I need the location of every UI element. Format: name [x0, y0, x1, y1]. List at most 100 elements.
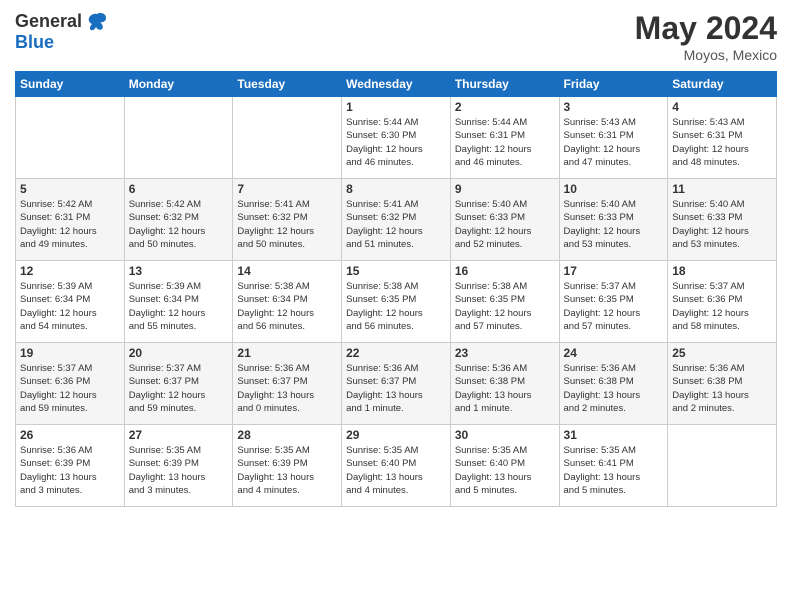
table-row	[668, 425, 777, 507]
logo-blue-text: Blue	[15, 32, 54, 52]
calendar-week-1: 1Sunrise: 5:44 AM Sunset: 6:30 PM Daylig…	[16, 97, 777, 179]
day-info: Sunrise: 5:35 AM Sunset: 6:39 PM Dayligh…	[129, 444, 229, 497]
day-number: 30	[455, 428, 555, 442]
day-number: 28	[237, 428, 337, 442]
th-sunday: Sunday	[16, 72, 125, 97]
logo-general-text: General	[15, 11, 82, 32]
table-row: 2Sunrise: 5:44 AM Sunset: 6:31 PM Daylig…	[450, 97, 559, 179]
day-number: 11	[672, 182, 772, 196]
table-row: 14 Sunrise: 5:38 AM Sunset: 6:34 PM Dayli…	[233, 261, 342, 343]
table-row: 12Sunrise: 5:39 AM Sunset: 6:34 PM Dayli…	[16, 261, 125, 343]
day-info: Sunrise: 5:37 AM Sunset: 6:36 PM Dayligh…	[20, 362, 120, 415]
table-row: 5 Sunrise: 5:42 AM Sunset: 6:31 PM Daylig…	[16, 179, 125, 261]
day-info: Sunrise: 5:42 AM Sunset: 6:31 PM Dayligh…	[20, 198, 120, 251]
calendar-table: Sunday Monday Tuesday Wednesday Thursday…	[15, 71, 777, 507]
day-info: Sunrise: 5:43 AM Sunset: 6:31 PM Dayligh…	[564, 116, 664, 169]
day-number: 25	[672, 346, 772, 360]
day-info: Sunrise: 5:35 AM Sunset: 6:39 PM Dayligh…	[237, 444, 337, 497]
logo-bird-icon	[86, 10, 108, 32]
calendar-week-2: 5 Sunrise: 5:42 AM Sunset: 6:31 PM Daylig…	[16, 179, 777, 261]
day-info: Sunrise: 5:38 AM Sunset: 6:35 PM Dayligh…	[346, 280, 446, 333]
day-info: Sunrise: 5:42 AM Sunset: 6:32 PM Dayligh…	[129, 198, 229, 251]
day-number: 20	[129, 346, 229, 360]
day-info: Sunrise: 5:36 AM Sunset: 6:37 PM Dayligh…	[346, 362, 446, 415]
table-row	[124, 97, 233, 179]
table-row: 6 Sunrise: 5:42 AM Sunset: 6:32 PM Daylig…	[124, 179, 233, 261]
day-info: Sunrise: 5:36 AM Sunset: 6:38 PM Dayligh…	[564, 362, 664, 415]
header: General Blue May 2024 Moyos, Mexico	[15, 10, 777, 63]
day-number: 1	[346, 100, 446, 114]
table-row: 3 Sunrise: 5:43 AM Sunset: 6:31 PM Daylig…	[559, 97, 668, 179]
calendar-page: General Blue May 2024 Moyos, Mexico Sund…	[0, 0, 792, 612]
day-info: Sunrise: 5:36 AM Sunset: 6:38 PM Dayligh…	[455, 362, 555, 415]
day-info: Sunrise: 5:43 AM Sunset: 6:31 PM Dayligh…	[672, 116, 772, 169]
table-row: 30 Sunrise: 5:35 AM Sunset: 6:40 PM Dayli…	[450, 425, 559, 507]
day-number: 31	[564, 428, 664, 442]
table-row: 31 Sunrise: 5:35 AM Sunset: 6:41 PM Dayli…	[559, 425, 668, 507]
th-thursday: Thursday	[450, 72, 559, 97]
table-row: 23 Sunrise: 5:36 AM Sunset: 6:38 PM Dayli…	[450, 343, 559, 425]
day-number: 15	[346, 264, 446, 278]
table-row: 13Sunrise: 5:39 AM Sunset: 6:34 PM Dayli…	[124, 261, 233, 343]
table-row: 10Sunrise: 5:40 AM Sunset: 6:33 PM Dayli…	[559, 179, 668, 261]
table-row: 25 Sunrise: 5:36 AM Sunset: 6:38 PM Dayli…	[668, 343, 777, 425]
day-number: 22	[346, 346, 446, 360]
table-row: 19Sunrise: 5:37 AM Sunset: 6:36 PM Dayli…	[16, 343, 125, 425]
day-info: Sunrise: 5:39 AM Sunset: 6:34 PM Dayligh…	[20, 280, 120, 333]
day-info: Sunrise: 5:38 AM Sunset: 6:34 PM Dayligh…	[237, 280, 337, 333]
day-number: 14	[237, 264, 337, 278]
day-number: 5	[20, 182, 120, 196]
day-info: Sunrise: 5:36 AM Sunset: 6:37 PM Dayligh…	[237, 362, 337, 415]
table-row: 29 Sunrise: 5:35 AM Sunset: 6:40 PM Dayli…	[342, 425, 451, 507]
calendar-week-3: 12Sunrise: 5:39 AM Sunset: 6:34 PM Dayli…	[16, 261, 777, 343]
table-row: 18Sunrise: 5:37 AM Sunset: 6:36 PM Dayli…	[668, 261, 777, 343]
day-info: Sunrise: 5:41 AM Sunset: 6:32 PM Dayligh…	[237, 198, 337, 251]
day-number: 3	[564, 100, 664, 114]
th-saturday: Saturday	[668, 72, 777, 97]
day-number: 7	[237, 182, 337, 196]
day-info: Sunrise: 5:35 AM Sunset: 6:40 PM Dayligh…	[455, 444, 555, 497]
table-row: 16 Sunrise: 5:38 AM Sunset: 6:35 PM Dayli…	[450, 261, 559, 343]
day-number: 16	[455, 264, 555, 278]
table-row: 20 Sunrise: 5:37 AM Sunset: 6:37 PM Dayli…	[124, 343, 233, 425]
table-row: 24 Sunrise: 5:36 AM Sunset: 6:38 PM Dayli…	[559, 343, 668, 425]
day-number: 29	[346, 428, 446, 442]
th-wednesday: Wednesday	[342, 72, 451, 97]
table-row: 27 Sunrise: 5:35 AM Sunset: 6:39 PM Dayli…	[124, 425, 233, 507]
day-info: Sunrise: 5:35 AM Sunset: 6:41 PM Dayligh…	[564, 444, 664, 497]
day-number: 9	[455, 182, 555, 196]
day-info: Sunrise: 5:37 AM Sunset: 6:35 PM Dayligh…	[564, 280, 664, 333]
day-number: 18	[672, 264, 772, 278]
table-row: 21 Sunrise: 5:36 AM Sunset: 6:37 PM Dayli…	[233, 343, 342, 425]
day-number: 17	[564, 264, 664, 278]
day-info: Sunrise: 5:36 AM Sunset: 6:38 PM Dayligh…	[672, 362, 772, 415]
month-title: May 2024	[635, 10, 777, 47]
day-number: 2	[455, 100, 555, 114]
day-info: Sunrise: 5:38 AM Sunset: 6:35 PM Dayligh…	[455, 280, 555, 333]
day-number: 27	[129, 428, 229, 442]
day-number: 21	[237, 346, 337, 360]
table-row: 28 Sunrise: 5:35 AM Sunset: 6:39 PM Dayli…	[233, 425, 342, 507]
th-friday: Friday	[559, 72, 668, 97]
location-title: Moyos, Mexico	[635, 47, 777, 63]
day-number: 24	[564, 346, 664, 360]
table-row: 4 Sunrise: 5:43 AM Sunset: 6:31 PM Daylig…	[668, 97, 777, 179]
day-info: Sunrise: 5:40 AM Sunset: 6:33 PM Dayligh…	[672, 198, 772, 251]
th-tuesday: Tuesday	[233, 72, 342, 97]
day-info: Sunrise: 5:35 AM Sunset: 6:40 PM Dayligh…	[346, 444, 446, 497]
calendar-week-5: 26Sunrise: 5:36 AM Sunset: 6:39 PM Dayli…	[16, 425, 777, 507]
day-number: 13	[129, 264, 229, 278]
day-number: 8	[346, 182, 446, 196]
day-info: Sunrise: 5:37 AM Sunset: 6:37 PM Dayligh…	[129, 362, 229, 415]
th-monday: Monday	[124, 72, 233, 97]
day-number: 6	[129, 182, 229, 196]
title-block: May 2024 Moyos, Mexico	[635, 10, 777, 63]
header-row: Sunday Monday Tuesday Wednesday Thursday…	[16, 72, 777, 97]
table-row: 11 Sunrise: 5:40 AM Sunset: 6:33 PM Dayli…	[668, 179, 777, 261]
table-row: 1Sunrise: 5:44 AM Sunset: 6:30 PM Daylig…	[342, 97, 451, 179]
table-row	[16, 97, 125, 179]
logo: General Blue	[15, 10, 108, 53]
day-number: 23	[455, 346, 555, 360]
day-number: 4	[672, 100, 772, 114]
table-row: 8Sunrise: 5:41 AM Sunset: 6:32 PM Daylig…	[342, 179, 451, 261]
